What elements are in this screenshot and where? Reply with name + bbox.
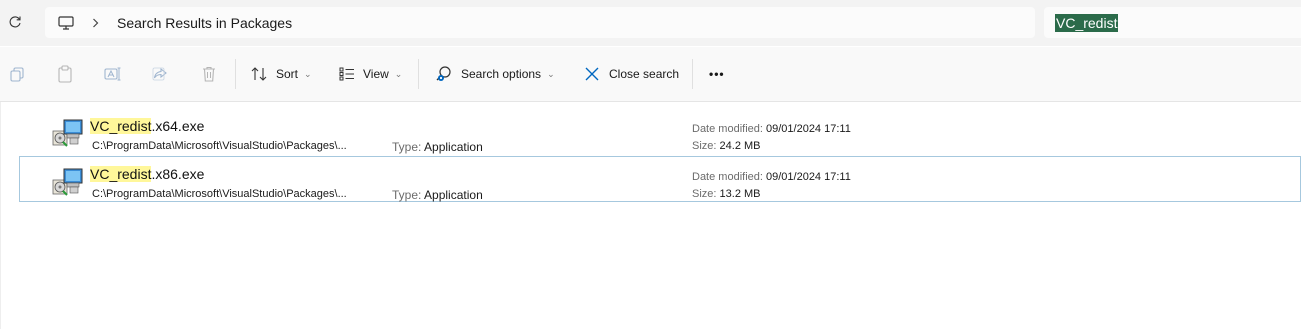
toolbar-divider (692, 59, 693, 89)
view-button[interactable]: View ⌄ (339, 60, 402, 88)
installer-icon (52, 117, 84, 149)
file-name: VC_redist.x86.exe (90, 166, 205, 182)
command-bar: Sort ⌄ View ⌄ Search options ⌄ Close sea… (0, 47, 1301, 102)
address-field[interactable]: Search Results in Packages (45, 7, 1035, 38)
chevron-down-icon: ⌄ (547, 68, 555, 79)
sort-label: Sort (276, 67, 299, 81)
share-icon[interactable] (150, 64, 170, 84)
search-input[interactable]: VC_redist (1044, 7, 1301, 38)
sort-icon (251, 67, 269, 81)
chevron-right-icon[interactable] (92, 18, 102, 28)
list-item[interactable]: VC_redist.x64.exe C:\ProgramData\Microso… (19, 107, 1301, 154)
file-size: Size: 13.2 MB (692, 188, 761, 200)
file-name: VC_redist.x64.exe (90, 118, 205, 134)
paste-icon[interactable] (55, 64, 75, 84)
file-size: Size: 24.2 MB (692, 140, 761, 152)
file-path: C:\ProgramData\Microsoft\VisualStudio\Pa… (92, 140, 347, 152)
search-query-text[interactable]: VC_redist (1055, 13, 1119, 32)
toolbar-divider (235, 59, 236, 89)
file-type: Type: Application (392, 140, 483, 154)
chevron-down-icon: ⌄ (304, 68, 312, 79)
search-options-label: Search options (461, 67, 542, 81)
rename-icon[interactable] (103, 64, 123, 84)
refresh-icon[interactable] (4, 11, 26, 33)
list-item-selected[interactable]: VC_redist.x86.exe C:\ProgramData\Microso… (19, 156, 1301, 202)
file-path: C:\ProgramData\Microsoft\VisualStudio\Pa… (92, 188, 347, 200)
date-modified: Date modified: 09/01/2024 17:11 (692, 123, 851, 135)
breadcrumb[interactable]: Search Results in Packages (117, 15, 292, 31)
copy-icon[interactable] (7, 64, 27, 84)
address-bar-area: Search Results in Packages VC_redist (0, 0, 1301, 46)
results-pane: VC_redist.x64.exe C:\ProgramData\Microso… (0, 102, 1301, 329)
close-icon (584, 66, 600, 82)
view-icon (339, 67, 355, 81)
close-search-label: Close search (609, 67, 680, 81)
file-type: Type: Application (392, 188, 483, 202)
installer-icon (52, 166, 84, 198)
view-label: View (363, 67, 389, 81)
close-search-button[interactable]: Close search (584, 60, 679, 88)
search-options-button[interactable]: Search options ⌄ (435, 60, 555, 88)
more-options-button[interactable]: ••• (709, 60, 725, 88)
this-pc-icon[interactable] (58, 15, 76, 31)
delete-icon[interactable] (199, 64, 219, 84)
search-options-icon (435, 65, 453, 83)
sort-button[interactable]: Sort ⌄ (251, 60, 312, 88)
chevron-down-icon: ⌄ (394, 68, 403, 79)
toolbar-divider (418, 59, 419, 89)
date-modified: Date modified: 09/01/2024 17:11 (692, 171, 851, 183)
